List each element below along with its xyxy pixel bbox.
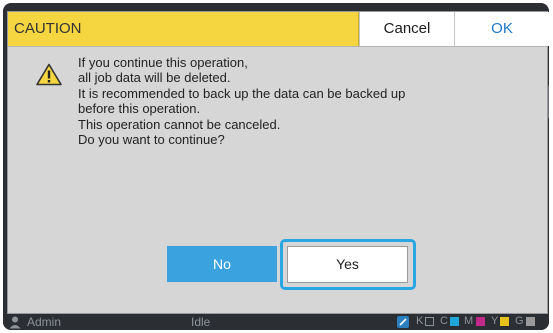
status-label: Idle	[191, 315, 211, 329]
ink-k-level	[425, 317, 434, 326]
dialog-header: CAUTION Cancel OK	[8, 12, 549, 47]
dialog-title: CAUTION	[8, 12, 359, 46]
ink-m-level	[476, 317, 485, 326]
ok-button[interactable]: OK	[454, 12, 549, 46]
ink-m-label: M	[464, 315, 474, 327]
ink-c-level	[450, 317, 459, 326]
ink-drop-icon	[397, 316, 409, 328]
caution-dialog: CAUTION Cancel OK If you continue this o…	[7, 11, 549, 314]
warning-icon	[36, 63, 62, 86]
ink-g-level	[526, 317, 535, 326]
message-line: This operation cannot be canceled.	[78, 116, 281, 132]
ink-c-label: C	[440, 315, 448, 327]
ink-y-label: Y	[491, 315, 499, 327]
message-line: Do you want to continue?	[78, 132, 225, 148]
user-label: Admin	[27, 315, 62, 329]
message-line: before this operation.	[78, 101, 201, 117]
device-screen: y. CAUTION Cancel OK If you continue thi…	[3, 3, 549, 330]
dialog-message: If you continue this operation, all job …	[78, 55, 528, 147]
cancel-button[interactable]: Cancel	[359, 12, 454, 46]
no-button[interactable]: No	[167, 246, 277, 282]
user-icon	[9, 316, 21, 329]
yes-button[interactable]: Yes	[287, 246, 408, 283]
status-bar: Admin Idle K C M Y G	[3, 314, 549, 330]
ink-y-level	[500, 317, 509, 326]
ink-k-label: K	[416, 315, 424, 327]
message-line: If you continue this operation,	[78, 55, 248, 70]
message-line: all job data will be deleted.	[78, 70, 231, 86]
ink-g-label: G	[515, 315, 524, 327]
message-line: It is recommended to back up the data ca…	[78, 85, 406, 101]
